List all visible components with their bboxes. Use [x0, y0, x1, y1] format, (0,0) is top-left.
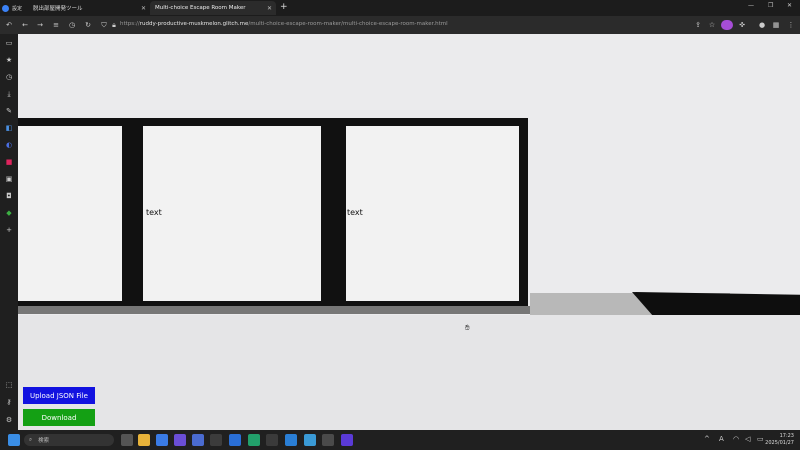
vscode-icon[interactable]	[285, 434, 297, 446]
share-icon[interactable]: ⇪	[692, 19, 704, 31]
search-placeholder: 検索	[38, 438, 50, 444]
clock-time: 17:23	[779, 433, 794, 439]
pen-icon[interactable]: ✎	[3, 105, 15, 117]
mail-icon[interactable]	[192, 434, 204, 446]
key-icon[interactable]: ⚷	[3, 396, 15, 408]
url-host: ruddy-productive-muskmelon.glitch.me	[139, 21, 249, 27]
address-bar[interactable]: https://ruddy-productive-muskmelon.glitc…	[120, 21, 448, 27]
app-icon[interactable]: ▣	[3, 173, 15, 185]
menu-icon[interactable]: ≡	[50, 19, 62, 31]
back-icon[interactable]: ←	[19, 19, 31, 31]
chevron-up-icon[interactable]: ^	[704, 435, 710, 443]
scene-panel[interactable]: text	[346, 126, 519, 301]
panel-text: text	[146, 208, 162, 217]
taskbar: ⌕ 検索 ^ A ◠ ◁ ▭ 17:23 2025/01/27	[0, 430, 800, 450]
battery-icon[interactable]: ▭	[757, 435, 764, 443]
box-icon[interactable]: ⬚	[3, 379, 15, 391]
scene-panel[interactable]	[18, 126, 122, 301]
history-icon[interactable]: ◷	[66, 19, 78, 31]
clock[interactable]: 17:23 2025/01/27	[765, 433, 794, 447]
wallet-icon[interactable]: ▭	[3, 37, 15, 49]
task-view-icon[interactable]	[121, 434, 133, 446]
app-icon[interactable]	[266, 434, 278, 446]
app-icon[interactable]: ◆	[3, 207, 15, 219]
minimize-button[interactable]: —	[748, 2, 754, 9]
pinned-tab-label: 設定	[12, 5, 23, 12]
panel-text: text	[347, 208, 363, 217]
app-icon[interactable]: ◐	[3, 139, 15, 151]
scene-viewport[interactable]: text text ✋︎ Upload JSON File Download	[18, 34, 800, 430]
close-icon[interactable]: ✕	[141, 5, 146, 12]
forward-icon[interactable]: →	[34, 19, 46, 31]
more-icon[interactable]: ⋮	[785, 19, 797, 31]
history-icon[interactable]: ◷	[3, 71, 15, 83]
reload-icon[interactable]: ↻	[82, 19, 94, 31]
browser-sidebar: ▭ ★ ◷ ⤓ ✎ ◧ ◐ ■ ▣ ◘ ◆ + ⬚ ⚷ ⚙	[0, 34, 18, 430]
taskbar-search[interactable]: ⌕ 検索	[24, 434, 114, 446]
gear-icon[interactable]: ⚙	[3, 414, 15, 426]
app-icon[interactable]	[156, 434, 168, 446]
scene-panel[interactable]: text	[143, 126, 321, 301]
extension-icon[interactable]	[721, 20, 733, 30]
translate-icon[interactable]: ◧	[3, 122, 15, 134]
tab-escape-room-maker[interactable]: Multi-choice Escape Room Maker ✕	[150, 1, 276, 15]
start-icon[interactable]	[8, 434, 20, 446]
upload-json-button[interactable]: Upload JSON File	[23, 387, 95, 404]
tab-label: Multi-choice Escape Room Maker	[155, 5, 246, 11]
close-icon[interactable]: ✕	[267, 5, 272, 12]
wifi-icon[interactable]: ◠	[733, 435, 739, 443]
undo-icon[interactable]: ↶	[3, 19, 15, 31]
download-button[interactable]: Download	[23, 409, 95, 426]
app-icon[interactable]: ■	[3, 156, 15, 168]
ime-indicator[interactable]: A	[719, 435, 724, 443]
clock-date: 2025/01/27	[765, 440, 794, 446]
close-window-button[interactable]: ✕	[787, 2, 792, 9]
app-icon[interactable]	[229, 434, 241, 446]
volume-icon[interactable]: ◁	[745, 435, 750, 443]
file-explorer-icon[interactable]	[138, 434, 150, 446]
tab-strip: 設定 脱出部屋開発ツール ✕ Multi-choice Escape Room …	[0, 0, 800, 16]
scene-floor	[18, 315, 800, 430]
wall-base	[18, 306, 530, 314]
url-path: /multi-choice-escape-room-maker/multi-ch…	[248, 21, 448, 27]
search-icon: ⌕	[29, 436, 33, 443]
maximize-button[interactable]: ❐	[768, 2, 773, 9]
browser-app-icon[interactable]	[341, 434, 353, 446]
sidebar-toggle-icon[interactable]: ▦	[770, 19, 782, 31]
download-icon[interactable]: ⤓	[3, 88, 15, 100]
settings-icon	[2, 4, 9, 12]
app-icon[interactable]: ◘	[3, 190, 15, 202]
app-icon[interactable]	[304, 434, 316, 446]
add-icon[interactable]: +	[3, 224, 15, 236]
edge-icon[interactable]	[248, 434, 260, 446]
app-icon[interactable]	[174, 434, 186, 446]
profile-icon[interactable]: ●	[756, 19, 768, 31]
tab-label: 脱出部屋開発ツール	[33, 6, 83, 12]
new-tab-button[interactable]: +	[280, 2, 288, 13]
star-icon[interactable]: ★	[3, 54, 15, 66]
pinned-tab[interactable]: 設定	[2, 2, 22, 14]
bookmark-icon[interactable]: ☆	[706, 19, 718, 31]
app-icon[interactable]	[322, 434, 334, 446]
url-prefix: https://	[120, 21, 140, 27]
tab-escape-room-tool[interactable]: 脱出部屋開発ツール ✕	[28, 1, 150, 15]
lock-icon[interactable]: 🔒︎	[108, 19, 120, 31]
hand-cursor-icon: ✋︎	[465, 323, 470, 332]
browser-toolbar: ↶ ← → ≡ ◷ ↻ ⛉ 🔒︎ https://ruddy-productiv…	[0, 16, 800, 34]
puzzle-icon[interactable]: ✜	[736, 19, 748, 31]
app-icon[interactable]	[210, 434, 222, 446]
floor-plane-dark	[632, 292, 800, 315]
